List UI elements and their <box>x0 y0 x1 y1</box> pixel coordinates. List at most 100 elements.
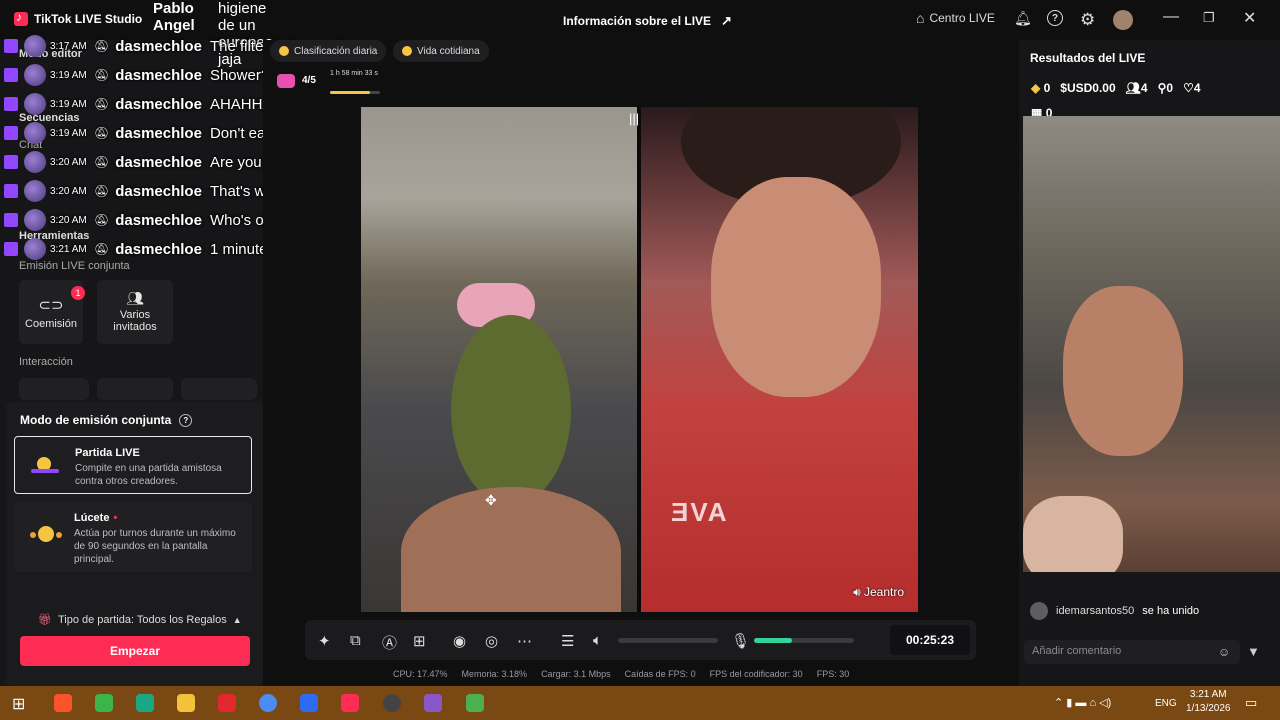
gift-icon: 🎁︎ <box>38 614 52 626</box>
microphone-icon[interactable]: 🎙︎ <box>731 632 750 650</box>
obs-icon[interactable] <box>383 694 401 712</box>
overlay-name-line1: Pablo <box>153 0 194 17</box>
twitch-icon <box>4 39 18 53</box>
chat-user: dasmechloe <box>115 37 202 55</box>
interaction-tool-3[interactable] <box>181 378 257 400</box>
chrome-icon[interactable] <box>259 694 277 712</box>
help-button[interactable]: ? <box>1047 10 1063 26</box>
settings-sliders-icon[interactable]: ☰ <box>561 632 574 650</box>
add-source-icon[interactable]: ⧉ <box>350 632 361 649</box>
avatar <box>24 35 46 57</box>
app-icon[interactable] <box>466 694 484 712</box>
interaction-tool-2[interactable] <box>97 378 173 400</box>
record-icon[interactable]: ◉ <box>453 632 466 650</box>
emoji-icon[interactable]: ☺ <box>1218 645 1230 659</box>
chat-text: Shower? <box>209 66 270 84</box>
maximize-icon[interactable]: ❐ <box>1203 10 1215 26</box>
live-timer: 00:25:23 <box>890 625 970 655</box>
match-type-label: Tipo de partida: Todos los Regalos <box>57 613 227 626</box>
heart-icon: ♡ <box>1183 81 1194 95</box>
center-live-button[interactable]: ⌂ Centro LIVE <box>916 10 995 26</box>
multi-guest-button[interactable]: 👥︎ Varios invitados <box>97 280 173 344</box>
magic-wand-icon[interactable]: ✦ <box>318 632 331 650</box>
results-stats: ◆ 0 $USD0.00 👥︎4 ⚲0 ♡4 <box>1031 81 1201 95</box>
layout-icon[interactable]: ||| <box>629 111 639 126</box>
tray-icons[interactable]: ⌃ ▮ ▬ ⌂ ◁) <box>1054 696 1111 709</box>
daily-ranking-chip[interactable]: Clasificación diaria <box>270 40 387 62</box>
hand <box>1023 496 1123 572</box>
windows-start-icon[interactable]: ⊞ <box>12 694 25 714</box>
mic-level-track[interactable] <box>754 638 854 643</box>
video-preview[interactable]: ✥ ƎVA 🔊︎ Jeantro ||| <box>361 107 918 612</box>
goal-widget[interactable]: 4/5 1 h 58 min 33 s <box>277 70 385 98</box>
cohost-button[interactable]: ⊂⊃ Coemisión 1 <box>19 280 85 344</box>
face <box>1063 286 1183 456</box>
notifications-button[interactable]: 🔔︎ <box>1014 10 1032 27</box>
chat-time: 3:20 AM <box>50 214 87 226</box>
users-icon: 👥︎ <box>1125 81 1141 95</box>
folder-icon[interactable] <box>177 694 195 712</box>
ai-icon[interactable]: Ⓐ <box>382 632 397 653</box>
more-icon[interactable]: ⋯ <box>517 632 532 650</box>
close-icon[interactable]: ✕ <box>1243 8 1256 28</box>
effects-icon[interactable]: ⊞ <box>413 632 426 650</box>
settings-button[interactable]: ⚙ <box>1080 10 1095 30</box>
joined-text: se ha unido <box>1142 605 1200 617</box>
interaction-label: Interacción <box>19 356 73 368</box>
language-indicator[interactable]: ENG <box>1155 698 1177 709</box>
twitch-icon <box>4 184 18 198</box>
cohost-preview-video <box>1023 116 1280 572</box>
muted-bell-icon: 🔕︎ <box>94 68 110 82</box>
chat-time: 3:20 AM <box>50 156 87 168</box>
app-icon[interactable] <box>136 694 154 712</box>
brave-icon[interactable] <box>54 694 72 712</box>
app-icon[interactable] <box>95 694 113 712</box>
tiktok-live-icon[interactable] <box>341 694 359 712</box>
shine-title: Lúcete • <box>74 512 117 524</box>
app-icon[interactable] <box>300 694 318 712</box>
system-clock[interactable]: 3:21 AM 1/13/2026 <box>1186 688 1231 716</box>
avatar[interactable] <box>1113 10 1133 30</box>
usd-stat: $USD0.00 <box>1060 81 1115 95</box>
chat-time: 3:21 AM <box>50 243 87 255</box>
shoulders <box>401 487 621 612</box>
chat-user: dasmechloe <box>115 182 202 200</box>
camera-switch-icon[interactable]: ◎ <box>485 632 498 650</box>
live-match-desc: Compite en una partida amistosa contra o… <box>75 463 222 487</box>
chat-message: 3:20 AM 🔕︎ dasmechloe Who's older? <box>4 207 297 233</box>
diamond-icon: ◆ <box>1031 81 1041 95</box>
interaction-tool-1[interactable] <box>19 378 89 400</box>
muted-bell-icon: 🔕︎ <box>94 155 110 169</box>
filter-icon[interactable]: ▼ <box>1247 644 1260 659</box>
avatar <box>24 93 46 115</box>
app-icon[interactable] <box>424 694 442 712</box>
comment-input[interactable]: Añadir comentario <box>1024 640 1240 664</box>
windows-taskbar: ⊞ ⌃ ▮ ▬ ⌂ ◁) ENG 3:21 AM 1/13/2026 ▭ <box>0 686 1280 720</box>
move-cursor-icon: ✥ <box>485 492 497 508</box>
volume-icon[interactable]: 🔈︎ <box>593 632 602 649</box>
bell-icon: 🔔︎ <box>1014 10 1032 26</box>
help-icon[interactable]: ? <box>179 413 193 427</box>
muted-bell-icon: 🔕︎ <box>94 39 110 53</box>
live-info-link[interactable]: Información sobre el LIVE ↗ <box>563 13 732 29</box>
sun-icon <box>402 46 412 56</box>
trophy-icon <box>31 453 65 479</box>
results-title: Resultados del LIVE <box>1030 51 1146 65</box>
volume-slider[interactable] <box>618 638 718 643</box>
speaker-icon[interactable]: 🔊︎ <box>853 585 861 599</box>
match-type-selector[interactable]: 🎁︎ Tipo de partida: Todos los Regalos ▲ <box>38 613 242 627</box>
start-button[interactable]: Empezar <box>20 636 250 666</box>
category-label: Vida cotidiana <box>417 45 480 57</box>
category-chip[interactable]: Vida cotidiana <box>393 40 489 62</box>
gear-icon: ⚙ <box>1080 10 1096 29</box>
app-icon[interactable] <box>218 694 236 712</box>
notification-center-icon[interactable]: ▭ <box>1245 695 1257 711</box>
joint-mode-title-text: Modo de emisión conjunta <box>20 413 172 427</box>
joined-user[interactable]: idemarsantos50 <box>1056 605 1134 617</box>
caret-up-icon: ▲ <box>232 614 242 625</box>
avatar <box>24 64 46 86</box>
shine-option[interactable]: Lúcete • Actúa por turnos durante un máxi… <box>14 502 252 572</box>
live-match-option[interactable]: Partida LIVE Compite en una partida amis… <box>14 436 252 494</box>
minimize-icon[interactable]: — <box>1163 8 1179 26</box>
avatar <box>24 180 46 202</box>
